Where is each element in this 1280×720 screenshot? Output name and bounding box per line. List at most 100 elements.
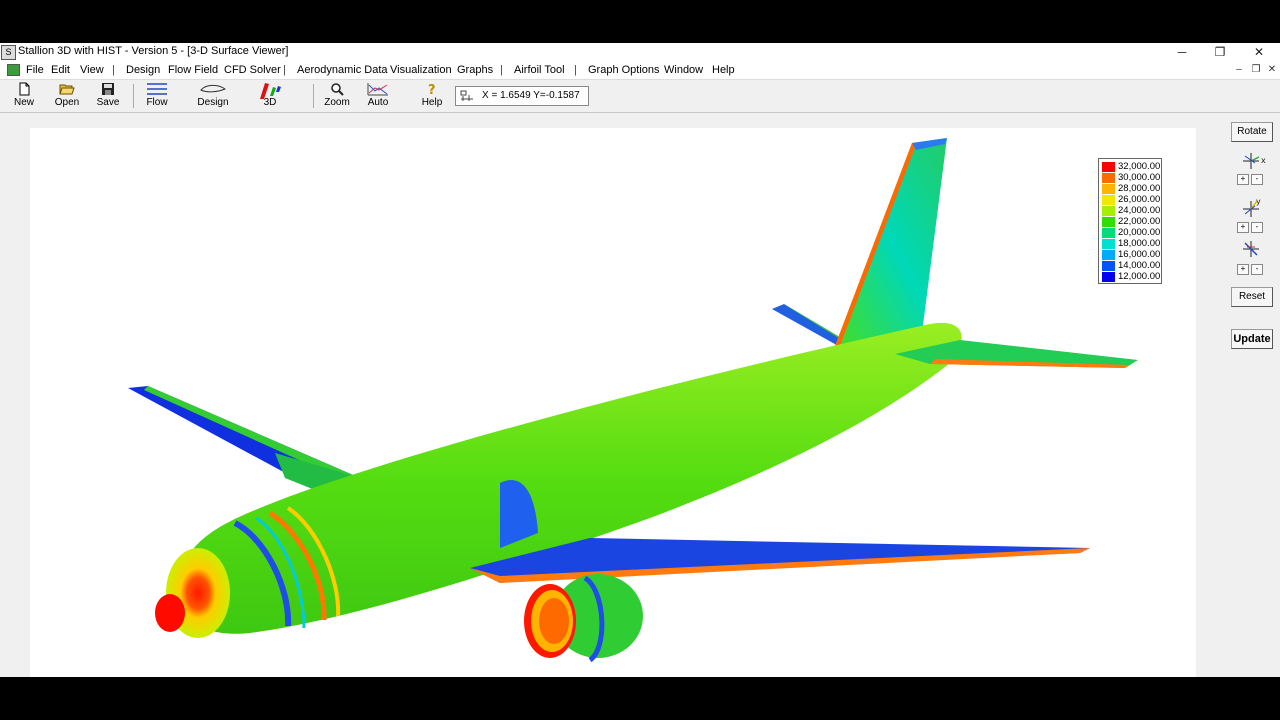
menu-view[interactable]: View bbox=[80, 64, 104, 76]
reset-button[interactable]: Reset bbox=[1231, 287, 1273, 307]
new-button[interactable]: New bbox=[10, 82, 38, 112]
legend-swatch bbox=[1102, 162, 1115, 172]
rotate-y-plus-button[interactable]: + bbox=[1237, 222, 1249, 233]
update-button[interactable]: Update bbox=[1231, 329, 1273, 349]
toolbar-separator bbox=[313, 84, 314, 108]
menu-airfoil-tool[interactable]: Airfoil Tool bbox=[514, 64, 565, 76]
view-control-panel: Rotate x + - y + - + - Reset Update bbox=[1228, 119, 1280, 677]
menu-graph-options[interactable]: Graph Options bbox=[588, 64, 660, 76]
svg-text:?: ? bbox=[428, 83, 436, 96]
legend-swatch bbox=[1102, 228, 1115, 238]
surface-viewer-canvas[interactable]: 32,000.00 30,000.00 28,000.00 26,000.00 … bbox=[30, 128, 1196, 677]
legend-label: 12,000.00 bbox=[1118, 271, 1161, 282]
legend-label: 32,000.00 bbox=[1118, 161, 1161, 172]
zoom-label: Zoom bbox=[324, 97, 350, 108]
legend-swatch bbox=[1102, 261, 1115, 271]
color-legend: 32,000.00 30,000.00 28,000.00 26,000.00 … bbox=[1098, 158, 1162, 284]
menu-separator: | bbox=[112, 64, 115, 76]
legend-label: 18,000.00 bbox=[1118, 238, 1161, 249]
legend-label: 30,000.00 bbox=[1118, 172, 1161, 183]
zoom-icon bbox=[331, 83, 344, 96]
menu-flow-field[interactable]: Flow Field bbox=[168, 64, 218, 76]
help-icon: ? bbox=[428, 83, 436, 96]
help-button[interactable]: ? Help bbox=[420, 82, 444, 112]
open-label: Open bbox=[54, 97, 80, 108]
menu-visualization[interactable]: Visualization bbox=[390, 64, 452, 76]
restore-button[interactable]: ❐ bbox=[1202, 44, 1238, 60]
app-icon: S bbox=[1, 45, 16, 60]
legend-swatch bbox=[1102, 272, 1115, 282]
legend-swatch bbox=[1102, 239, 1115, 249]
legend-label: 24,000.00 bbox=[1118, 205, 1161, 216]
rotate-button[interactable]: Rotate bbox=[1231, 122, 1273, 142]
menu-cfd-solver[interactable]: CFD Solver bbox=[224, 64, 281, 76]
open-button[interactable]: Open bbox=[52, 82, 82, 112]
menu-design[interactable]: Design bbox=[126, 64, 160, 76]
legend-swatch bbox=[1102, 250, 1115, 260]
save-icon bbox=[102, 83, 114, 95]
3d-button[interactable]: 3D bbox=[255, 82, 285, 112]
rotate-y-icon: y bbox=[1243, 197, 1261, 217]
design-button[interactable]: Design bbox=[196, 82, 230, 112]
window-title: Stallion 3D with HIST - Version 5 - [3-D… bbox=[18, 45, 289, 57]
menu-aerodynamic-data[interactable]: Aerodynamic Data bbox=[297, 64, 388, 76]
menu-window[interactable]: Window bbox=[664, 64, 703, 76]
zoom-button[interactable]: Zoom bbox=[323, 82, 351, 112]
legend-swatch bbox=[1102, 206, 1115, 216]
rotate-y-minus-button[interactable]: - bbox=[1251, 222, 1263, 233]
menu-separator: | bbox=[574, 64, 577, 76]
legend-label: 28,000.00 bbox=[1118, 183, 1161, 194]
coordinate-display: X = 1.6549 Y=-0.1587 bbox=[455, 86, 589, 106]
help-label: Help bbox=[421, 97, 443, 108]
open-icon bbox=[59, 84, 75, 95]
save-button[interactable]: Save bbox=[94, 82, 122, 112]
menu-graphs[interactable]: Graphs bbox=[457, 64, 493, 76]
z-axis-rotate-group: + - bbox=[1231, 237, 1271, 281]
legend-label: 16,000.00 bbox=[1118, 249, 1161, 260]
rotate-z-plus-button[interactable]: + bbox=[1237, 264, 1249, 275]
menu-edit[interactable]: Edit bbox=[51, 64, 70, 76]
coordinate-text: X = 1.6549 Y=-0.1587 bbox=[482, 90, 580, 101]
minimize-button[interactable]: ─ bbox=[1164, 44, 1200, 60]
legend-label: 14,000.00 bbox=[1118, 260, 1161, 271]
legend-swatch bbox=[1102, 195, 1115, 205]
rotate-z-minus-button[interactable]: - bbox=[1251, 264, 1263, 275]
flow-label: Flow bbox=[146, 97, 168, 108]
flow-icon bbox=[147, 83, 167, 95]
legend-label: 22,000.00 bbox=[1118, 216, 1161, 227]
new-icon bbox=[19, 82, 30, 96]
app-window: S Stallion 3D with HIST - Version 5 - [3… bbox=[0, 43, 1280, 677]
legend-swatch bbox=[1102, 173, 1115, 183]
new-label: New bbox=[13, 97, 34, 108]
toolbar-separator bbox=[133, 84, 134, 108]
flow-button[interactable]: Flow bbox=[142, 82, 172, 112]
legend-label: 26,000.00 bbox=[1118, 194, 1161, 205]
rotate-x-minus-button[interactable]: - bbox=[1251, 174, 1263, 185]
y-axis-label: y bbox=[1256, 197, 1261, 206]
legend-label: 20,000.00 bbox=[1118, 227, 1161, 238]
title-bar: S Stallion 3D with HIST - Version 5 - [3… bbox=[0, 43, 1280, 61]
y-axis-rotate-group: y + - bbox=[1231, 195, 1271, 239]
menu-separator: | bbox=[283, 64, 286, 76]
menu-bar: File Edit View | Design Flow Field CFD S… bbox=[0, 61, 1280, 80]
rotate-x-plus-button[interactable]: + bbox=[1237, 174, 1249, 185]
menu-file[interactable]: File bbox=[26, 64, 44, 76]
airplane-surface-render[interactable] bbox=[30, 128, 1196, 677]
coord-icon bbox=[460, 90, 473, 101]
mdi-close-button[interactable]: ✕ bbox=[1265, 64, 1279, 75]
rotate-z-icon bbox=[1243, 241, 1259, 257]
design-label: Design bbox=[197, 97, 229, 108]
3d-label: 3D bbox=[263, 97, 277, 108]
auto-button[interactable]: Auto bbox=[364, 82, 392, 112]
close-button[interactable]: ✕ bbox=[1241, 44, 1277, 60]
mdi-restore-button[interactable]: ❐ bbox=[1249, 64, 1263, 75]
menu-help[interactable]: Help bbox=[712, 64, 735, 76]
save-label: Save bbox=[96, 97, 120, 108]
x-axis-rotate-group: x + - bbox=[1231, 149, 1271, 193]
toolbar: New Open Save Flow Design 3D Zoom Auto ?… bbox=[0, 80, 1280, 113]
mdi-minimize-button[interactable]: – bbox=[1232, 64, 1246, 75]
rotate-x-icon: x bbox=[1243, 153, 1266, 169]
document-icon[interactable] bbox=[7, 64, 20, 76]
legend-swatch bbox=[1102, 217, 1115, 227]
auto-icon bbox=[367, 83, 388, 96]
